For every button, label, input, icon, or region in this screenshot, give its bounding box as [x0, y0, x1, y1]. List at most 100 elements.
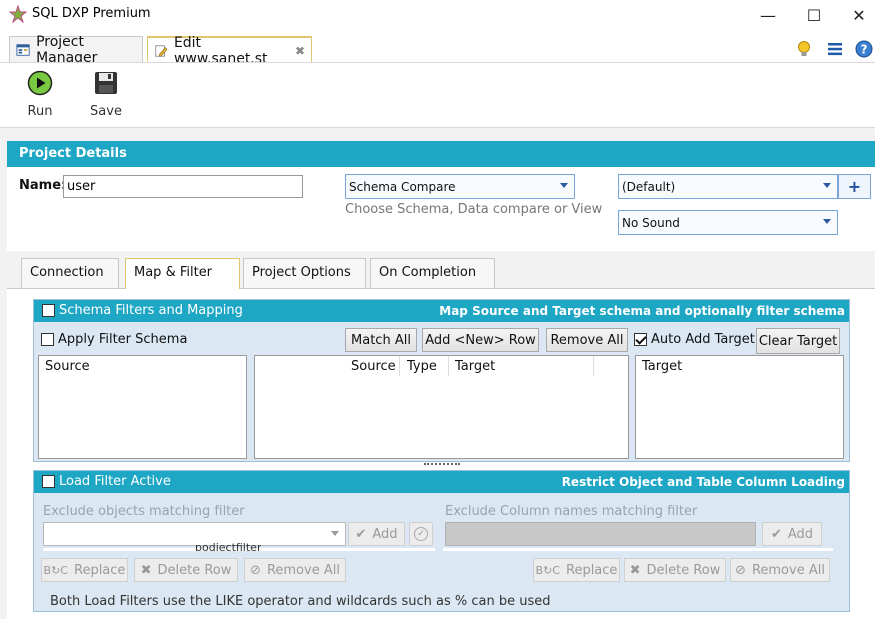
auto-add-target-checkbox[interactable]	[634, 333, 647, 346]
compare-type-value: Schema Compare	[349, 179, 456, 194]
sound-value: No Sound	[622, 215, 680, 230]
add-profile-button[interactable]: +	[838, 174, 871, 199]
chevron-down-icon	[823, 183, 831, 188]
delete-row-label: Delete Row	[157, 562, 232, 578]
load-filter-title: Load Filter Active	[59, 474, 171, 489]
no-entry-icon: ⊘	[735, 562, 746, 578]
check-icon: ✔	[355, 526, 367, 542]
load-filter-subtitle: Restrict Object and Table Column Loading	[561, 475, 845, 489]
mapping-col-target[interactable]: Target	[455, 359, 495, 374]
target-list-header: Target	[642, 359, 683, 374]
replace-column-filter-button[interactable]: B↻C Replace	[533, 558, 620, 582]
svg-text:?: ?	[861, 43, 868, 57]
project-details-header: Project Details	[7, 141, 875, 167]
lightbulb-icon[interactable]	[796, 40, 812, 58]
menu-icon[interactable]	[827, 41, 843, 57]
apply-filter-schema[interactable]: Apply Filter Schema	[41, 332, 187, 347]
close-tab-icon[interactable]: ✖	[295, 44, 305, 58]
column-filter-list-edge	[443, 548, 833, 551]
app-logo-icon	[9, 5, 27, 23]
name-label: Name:	[19, 178, 67, 193]
remove-all-column-filters-button[interactable]: ⊘ Remove All	[730, 558, 830, 582]
schema-filters-checkbox[interactable]	[42, 304, 55, 317]
save-floppy-icon	[95, 72, 117, 94]
replace-icon: B↻C	[43, 563, 68, 577]
check-circle-icon: ✓	[414, 527, 428, 541]
target-list[interactable]: Target	[635, 355, 844, 459]
delete-x-icon: ✖	[140, 562, 152, 578]
source-list[interactable]: Source	[38, 355, 247, 459]
project-name-input[interactable]	[63, 175, 303, 198]
chevron-down-icon	[823, 219, 831, 224]
tab-project-options[interactable]: Project Options	[243, 258, 366, 288]
tab-map-filter[interactable]: Map & Filter	[125, 258, 240, 289]
apply-filter-checkbox[interactable]	[41, 333, 54, 346]
chevron-down-icon	[560, 183, 568, 188]
exclude-columns-label: Exclude Column names matching filter	[445, 504, 698, 519]
schema-filters-header: Schema Filters and Mapping Map Source an…	[34, 300, 849, 322]
replace-object-filter-button[interactable]: B↻C Replace	[41, 558, 128, 582]
help-icon[interactable]: ?	[855, 40, 873, 58]
edit-document-icon	[155, 44, 168, 57]
schema-filters-title: Schema Filters and Mapping	[59, 303, 243, 318]
load-filter-checkbox[interactable]	[42, 475, 55, 488]
schema-filters-subtitle: Map Source and Target schema and optiona…	[439, 304, 845, 318]
clipped-filter-text: podjectfilter	[195, 541, 262, 551]
close-button[interactable]: ✕	[836, 0, 875, 30]
no-entry-icon: ⊘	[250, 562, 261, 578]
add-object-filter-button[interactable]: ✔ Add	[348, 522, 405, 546]
save-button[interactable]: Save	[83, 70, 129, 124]
source-list-header: Source	[45, 359, 90, 374]
mapping-col-type[interactable]: Type	[407, 359, 437, 374]
save-label: Save	[90, 104, 122, 119]
minimize-button[interactable]: —	[745, 0, 791, 30]
splitter-grip[interactable]	[424, 463, 460, 467]
sound-select[interactable]: No Sound	[618, 210, 838, 235]
tab-on-completion[interactable]: On Completion	[370, 258, 495, 288]
maximize-button[interactable]: ☐	[791, 0, 837, 30]
exclude-objects-label: Exclude objects matching filter	[43, 504, 245, 519]
add-column-filter-button[interactable]: ✔ Add	[762, 522, 822, 546]
replace-icon: B↻C	[535, 563, 560, 577]
delete-column-row-button[interactable]: ✖ Delete Row	[624, 558, 726, 582]
confirm-object-filter-button[interactable]: ✓	[409, 522, 433, 546]
load-filter-note: Both Load Filters use the LIKE operator …	[50, 594, 551, 609]
replace-label: Replace	[74, 562, 126, 578]
replace-label: Replace	[566, 562, 618, 578]
compare-type-hint: Choose Schema, Data compare or View	[345, 202, 603, 217]
window-title: SQL DXP Premium	[32, 6, 151, 21]
check-icon: ✔	[770, 526, 782, 542]
delete-x-icon: ✖	[629, 562, 641, 578]
column-divider	[448, 356, 449, 376]
tab-connection[interactable]: Connection	[21, 258, 119, 288]
add-label: Add	[787, 526, 814, 542]
delete-row-label: Delete Row	[646, 562, 721, 578]
run-label: Run	[27, 104, 53, 119]
mapping-grid[interactable]: Source Type Target	[254, 355, 629, 459]
delete-object-row-button[interactable]: ✖ Delete Row	[134, 558, 238, 582]
apply-filter-label: Apply Filter Schema	[58, 332, 188, 347]
auto-add-target[interactable]: Auto Add Target	[634, 332, 755, 347]
project-manager-icon	[16, 44, 30, 56]
mapping-col-source[interactable]: Source	[351, 359, 396, 374]
tab-edit-project[interactable]: Edit www.sanet.st ✖	[147, 35, 312, 67]
add-label: Add	[372, 526, 398, 542]
profile-value: (Default)	[622, 179, 676, 194]
compare-type-select[interactable]: Schema Compare	[345, 174, 575, 199]
run-button[interactable]: Run	[17, 70, 63, 124]
profile-select[interactable]: (Default)	[618, 174, 838, 199]
remove-all-object-filters-button[interactable]: ⊘ Remove All	[244, 558, 346, 582]
clear-target-button[interactable]: Clear Target	[756, 328, 840, 354]
match-all-button[interactable]: Match All	[345, 328, 417, 352]
load-filter-header: Load Filter Active Restrict Object and T…	[34, 471, 849, 493]
auto-add-target-label: Auto Add Target	[651, 332, 755, 347]
add-new-row-button[interactable]: Add <New> Row	[422, 328, 539, 352]
remove-all-label: Remove All	[751, 562, 825, 578]
column-divider	[399, 356, 400, 376]
run-icon	[27, 70, 53, 96]
toolbar	[0, 62, 875, 128]
tab-project-manager[interactable]: Project Manager	[9, 34, 143, 66]
chevron-down-icon	[331, 531, 339, 536]
exclude-columns-input[interactable]	[445, 522, 756, 546]
remove-all-button[interactable]: Remove All	[546, 328, 628, 352]
